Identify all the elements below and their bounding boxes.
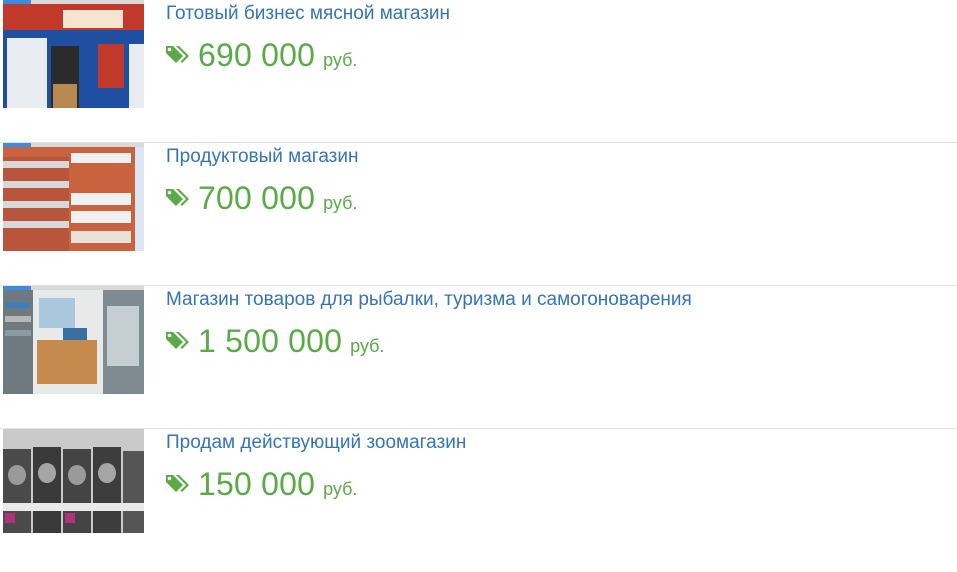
tags-icon [166,46,189,63]
price-value: 700 000 [198,180,316,216]
price-row: 1 500 000 руб. [165,323,385,363]
price-value: 150 000 [198,466,316,502]
tags-icon [166,475,189,492]
price-currency: руб. [323,193,358,213]
listing-title[interactable]: Продуктовый магазин [166,145,359,169]
listing-photo[interactable] [3,147,144,251]
listing-title[interactable]: Магазин товаров для рыбалки, туризма и с… [166,288,692,312]
listing-item: Продуктовый магазин 700 000 руб. [0,143,957,286]
listing-item: Магазин товаров для рыбалки, туризма и с… [0,286,957,429]
listing-item: Продам действующий зоомагазин 150 000 ру… [0,429,957,572]
pet-food-photo [3,429,144,533]
listing-title[interactable]: Готовый бизнес мясной магазин [166,2,450,26]
apartment-building-photo [3,147,144,251]
listing-photo[interactable] [3,429,144,533]
price-currency: руб. [350,336,385,356]
listing-title[interactable]: Продам действующий зоомагазин [166,431,466,455]
listing-photo[interactable] [3,4,144,108]
tags-icon [166,189,189,206]
price-currency: руб. [323,50,358,70]
price-row: 690 000 руб. [165,37,357,77]
price-currency: руб. [323,479,358,499]
price-row: 700 000 руб. [165,180,357,220]
listing-item: Готовый бизнес мясной магазин 690 000 ру… [0,0,957,143]
price-value: 1 500 000 [198,323,343,359]
listing-photo[interactable] [3,290,144,394]
listing-list: Готовый бизнес мясной магазин 690 000 ру… [0,0,957,543]
price-row: 150 000 руб. [165,466,357,506]
meat-shop-photo [3,4,144,108]
price-value: 690 000 [198,37,316,73]
tags-icon [166,332,189,349]
fishing-store-photo [3,290,144,394]
